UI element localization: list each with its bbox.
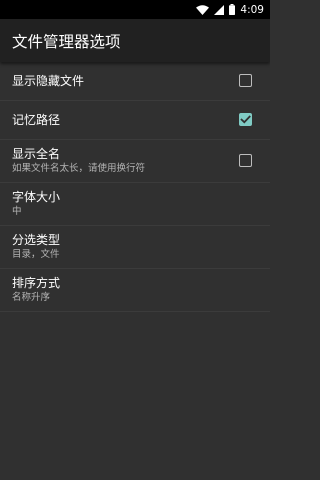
pref-title: 显示全名	[12, 147, 61, 161]
check-icon	[240, 115, 251, 124]
pref-sort-order[interactable]: 排序方式 名称升序	[0, 269, 270, 312]
pref-sort-type[interactable]: 分选类型 目录，文件	[0, 226, 270, 269]
pref-title: 字体大小	[12, 190, 61, 204]
pref-show-full-name[interactable]: 显示全名 如果文件名太长，请使用换行符	[0, 140, 270, 183]
app-bar-title: 文件管理器选项	[12, 32, 121, 51]
pref-title: 排序方式	[12, 276, 61, 290]
pref-title: 分选类型	[12, 233, 61, 247]
pref-font-size[interactable]: 字体大小 中	[0, 183, 270, 226]
battery-icon	[229, 4, 236, 15]
pref-title: 显示隐藏文件	[12, 73, 85, 88]
status-time: 4:09	[240, 3, 264, 16]
pref-remember-path[interactable]: 记忆路径	[0, 101, 270, 140]
app-bar: 文件管理器选项	[0, 19, 270, 62]
pref-show-hidden-files[interactable]: 显示隐藏文件	[0, 62, 270, 101]
pref-summary: 名称升序	[12, 292, 51, 303]
signal-icon	[214, 4, 225, 15]
checkbox-show-full-name[interactable]	[239, 154, 252, 167]
checkbox-show-hidden-files[interactable]	[239, 74, 252, 87]
status-bar: 4:09	[0, 0, 270, 19]
checkbox-remember-path[interactable]	[239, 113, 252, 126]
wifi-icon	[196, 4, 210, 15]
pref-summary: 目录，文件	[12, 249, 60, 260]
pref-title: 记忆路径	[12, 112, 61, 127]
pref-summary: 如果文件名太长，请使用换行符	[12, 163, 146, 174]
preference-list: 显示隐藏文件 记忆路径 显示全名 如果文件名太长，请使用换行符 字体大小 中 分…	[0, 62, 270, 312]
pref-summary: 中	[12, 206, 22, 217]
screen: 4:09 文件管理器选项 显示隐藏文件 记忆路径 显示全名 如果文件名太长，请使…	[0, 0, 270, 480]
